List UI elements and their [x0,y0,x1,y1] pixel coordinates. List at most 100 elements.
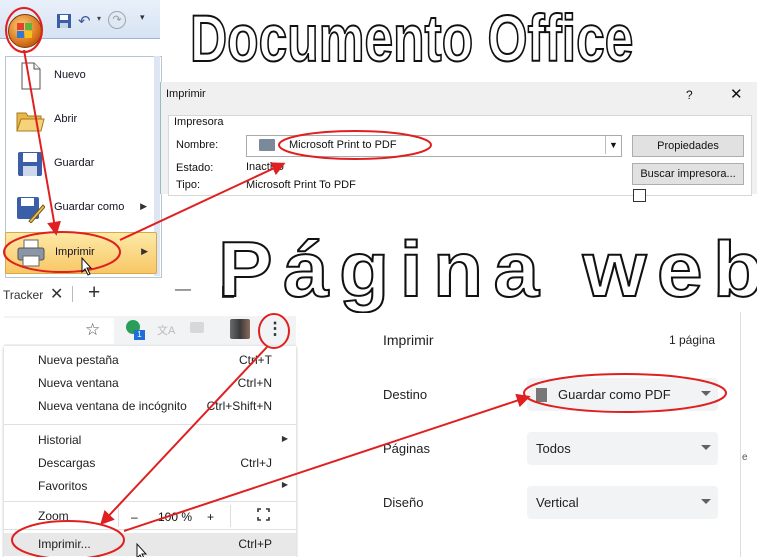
menu-item-print[interactable]: Imprimir ▶ [5,232,157,274]
destination-value: Guardar como PDF [558,387,671,402]
submenu-arrow-icon: ▶ [281,434,288,443]
menu-divider [4,424,296,425]
printer-icon [17,239,45,267]
chevron-down-icon [701,445,711,450]
office-logo-green [25,23,32,30]
layout-label: Diseño [383,495,424,510]
chevron-down-icon[interactable]: ▼ [605,136,621,154]
submenu-arrow-icon: ▶ [281,480,288,489]
printer-select-value: Microsoft Print to PDF [289,139,397,151]
save-icon[interactable] [57,14,71,28]
submenu-arrow-icon: ▶ [141,246,148,256]
destination-label: Destino [383,387,428,402]
pdf-file-icon [536,388,547,402]
type-label: Tipo: [176,179,201,191]
menu-item-label: Guardar como [54,201,125,213]
menu-item-history[interactable]: Historial ▶ [4,429,296,452]
menu-item-label: Nueva ventana [38,376,119,390]
cast-icon[interactable] [190,322,204,333]
extension-badge: 1 [134,330,145,340]
tab-divider [72,286,73,302]
new-tab-icon[interactable]: + [88,281,100,305]
menu-item-new[interactable]: Nuevo [5,56,155,96]
edge-text: e [742,452,748,463]
profile-avatar[interactable] [230,319,250,339]
menu-item-downloads[interactable]: Descargas Ctrl+J [4,452,296,475]
menu-divider [4,501,296,502]
chevron-down-icon [701,499,711,504]
menu-item-label: Favoritos [38,479,88,493]
menu-item-label: Abrir [54,113,78,125]
chevron-down-icon [701,391,711,396]
close-tab-icon[interactable]: ✕ [50,284,63,304]
menu-divider [4,529,296,530]
menu-item-label: Nueva pestaña [38,353,119,367]
zoom-in-button[interactable]: + [207,510,214,524]
undo-icon[interactable]: ↶ [78,12,91,30]
customize-toolbar-icon[interactable]: ▾ [140,12,145,23]
state-value: Inactivo [246,161,284,173]
menu-item-label: Nuevo [54,69,86,81]
state-label: Estado: [176,162,214,174]
menu-item-label: Guardar [54,157,95,169]
printer-group-label: Impresora [174,116,224,128]
translate-icon[interactable]: 文A [157,322,175,338]
layout-value: Vertical [536,495,579,510]
pages-label: Páginas [383,441,430,456]
open-folder-icon [16,112,45,132]
layout-select[interactable]: Vertical [527,486,718,519]
office-logo-red [17,23,24,30]
bookmark-star-icon[interactable]: ☆ [85,320,100,340]
kebab-menu-icon[interactable]: ⋮ [264,318,286,342]
menu-item-label: Descargas [38,456,96,470]
printer-icon [259,139,275,151]
menu-item-print[interactable]: Imprimir... Ctrl+P [4,533,296,556]
menu-item-label: Imprimir... [38,537,91,551]
office-button[interactable] [8,14,42,48]
save-as-icon [17,197,45,223]
menu-item-label: Imprimir [55,246,95,258]
help-button[interactable]: ? [686,88,693,102]
menu-item-label: Historial [38,433,82,447]
panel-divider [740,312,741,557]
pages-value: Todos [536,441,571,456]
menu-item-shortcut: Ctrl+Shift+N [206,399,272,413]
properties-button[interactable]: Propiedades [632,135,744,157]
menu-item-shortcut: Ctrl+J [240,456,272,470]
menu-item-label: Zoom [38,509,69,523]
menu-item-new-window[interactable]: Nueva ventana Ctrl+N [4,372,296,395]
destination-select[interactable]: Guardar como PDF [527,378,718,411]
find-printer-button[interactable]: Buscar impresora... [632,163,744,185]
menu-item-label: Nueva ventana de incógnito [38,399,187,413]
undo-dropdown-icon[interactable]: ▾ [97,14,101,23]
tab-title[interactable]: Tracker [3,288,43,302]
office-logo-blue [17,31,24,38]
menu-item-open[interactable]: Abrir [5,100,155,140]
menu-item-incognito[interactable]: Nueva ventana de incógnito Ctrl+Shift+N [4,395,296,418]
menu-item-shortcut: Ctrl+N [237,376,272,390]
dialog-title: Imprimir [166,88,206,100]
title-web-page: Página web [217,224,757,314]
fullscreen-icon[interactable] [257,508,270,521]
menu-item-new-tab[interactable]: Nueva pestaña Ctrl+T [4,349,296,372]
pages-select[interactable]: Todos [527,432,718,465]
page-count: 1 página [669,333,716,347]
zoom-level: 100 % [158,510,193,524]
type-value: Microsoft Print To PDF [246,179,356,191]
menu-item-shortcut: Ctrl+T [239,353,272,367]
checkbox[interactable] [633,189,646,202]
menu-item-bookmarks[interactable]: Favoritos ▶ [4,475,296,498]
close-icon[interactable]: ✕ [730,85,743,103]
title-office-document: Documento Office [189,0,634,76]
menu-item-save[interactable]: Guardar [5,144,155,184]
redo-icon[interactable]: ↷ [108,11,126,29]
zoom-out-button[interactable]: – [131,510,138,524]
submenu-arrow-icon: ▶ [140,201,147,211]
print-title: Imprimir [383,332,434,348]
new-document-icon [21,62,41,90]
name-label: Nombre: [176,139,219,151]
save-disk-icon [18,152,42,176]
minimize-icon[interactable]: — [175,281,191,299]
office-logo-yellow [25,31,32,38]
menu-item-save-as[interactable]: Guardar como ▶ [5,188,155,228]
